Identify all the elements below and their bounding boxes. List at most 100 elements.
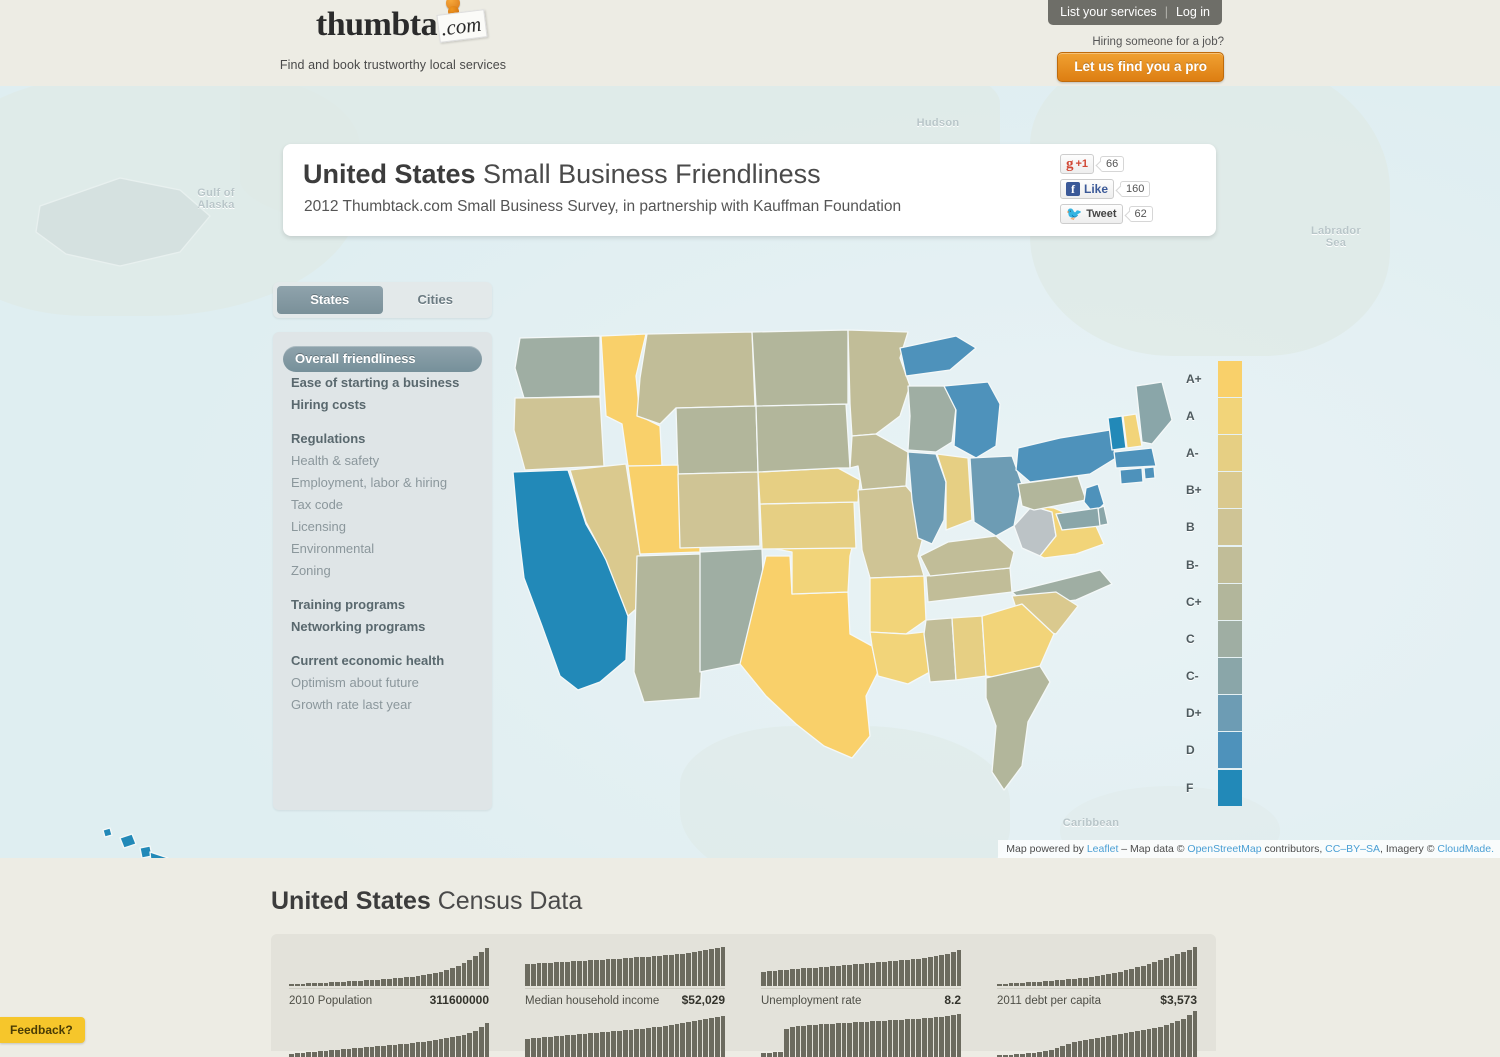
sparkline-bar [404,977,409,986]
sparkline-bar [1140,966,1146,986]
top-nav-divider: | [1164,5,1168,19]
sparkline-bar [1163,958,1169,986]
sparkline-bar [484,1023,490,1057]
legend-swatch [1218,769,1242,806]
sparkline-bar [409,1043,415,1057]
sparkline-bar [1152,962,1157,986]
sparkline-bar [444,970,449,986]
legend-row-Dplus: D+ [1186,695,1246,732]
sidebar-item-overall-friendliness[interactable]: Overall friendliness [283,346,482,372]
leaflet-link[interactable]: Leaflet [1087,843,1119,855]
census-stat-value: $3,573 [1160,993,1197,1007]
sparkline-bar [306,1052,311,1057]
sparkline-bar [657,956,662,986]
sparkline-bar [1100,975,1106,986]
facebook-like-label: Like [1084,182,1109,196]
sparkline-bar [789,969,795,986]
facebook-like-button[interactable]: f Like [1060,179,1115,199]
sparkline-bar [369,980,375,986]
sparkline-bar [761,972,766,986]
tab-cities[interactable]: Cities [383,286,489,314]
legend-label: D [1186,743,1195,758]
state-WA [514,335,601,399]
site-logo[interactable]: thumbtack .com Find and book trustworthy… [268,0,518,72]
state-CT [1119,467,1144,485]
sidebar-item-current-economic-health[interactable]: Current economic health [273,650,492,672]
list-your-services-link[interactable]: List your services [1060,5,1157,19]
sidebar-item-licensing[interactable]: Licensing [273,516,492,538]
sparkline-bar [933,956,939,986]
sparkline-bar [778,1052,783,1057]
sparkline-bar [1181,1019,1186,1057]
states-group [35,177,1173,858]
sparkline-bar [438,1039,444,1057]
sparkline-bar [605,1032,611,1057]
sparkline-bar [358,981,363,986]
sidebar-item-environmental[interactable]: Environmental [273,538,492,560]
logo-dotcom-text: .com [436,9,488,43]
sparkline-bar [1106,974,1111,986]
sparkline-bar [312,1052,317,1057]
sparkline-bar [1025,982,1031,986]
openstreetmap-link[interactable]: OpenStreetMap [1187,843,1261,855]
sidebar-item-networking-programs[interactable]: Networking programs [273,616,492,638]
sparkline-bar [617,959,622,986]
legend-swatch [1218,546,1242,583]
sidebar-item-regulations[interactable]: Regulations [273,428,492,450]
log-in-link[interactable]: Log in [1176,5,1210,19]
tab-states[interactable]: States [277,286,383,314]
sparkline-bar [467,1033,472,1057]
sparkline-bar [674,1024,680,1057]
sparkline-bar [680,1023,685,1057]
sidebar-item-growth-rate-last-year[interactable]: Growth rate last year [273,694,492,716]
census-stat: Median household income $52,029 [507,944,743,1007]
top-nav: List your services | Log in [1048,0,1222,25]
sparkline-bar [628,958,634,986]
sparkline-bar [927,1018,933,1057]
sidebar-item-training-programs[interactable]: Training programs [273,594,492,616]
sparkline-bar [1140,1030,1146,1057]
sparkline-bar [1100,1037,1106,1057]
sparkline-bar [306,983,311,986]
sparkline-bar [922,1018,927,1057]
state-ND [751,329,849,407]
sidebar-item-hiring-costs[interactable]: Hiring costs [273,394,492,416]
map-canvas[interactable]: Hudson Gulf of Alaska Labrador Sea Caribbe… [0,86,1500,858]
sidebar-item-health-safety[interactable]: Health & safety [273,450,492,472]
sparkline-bar [530,1038,536,1057]
facebook-like-count: 160 [1120,181,1151,197]
feedback-button[interactable]: Feedback? [0,1017,85,1043]
find-a-pro-button[interactable]: Let us find you a pro [1057,52,1224,82]
sparkline-bar [858,964,864,986]
sparkline-bar [421,975,426,986]
sidebar-item-employment-labor-hiring[interactable]: Employment, labor & hiring [273,472,492,494]
census-stats-panel: 2010 Population 311600000 Median household… [271,934,1216,1057]
sidebar-item-optimism-about-future[interactable]: Optimism about future [273,672,492,694]
sidebar-item-ease-of-starting-a-business[interactable]: Ease of starting a business [273,372,492,394]
sparkline-bar [1181,952,1186,986]
census-stat-value: 8.2 [944,993,961,1007]
sparkline-bar [933,1017,939,1057]
google-plus-button[interactable]: g +1 [1060,154,1095,174]
census-stat-row: 2010 Population 311600000 [289,988,489,1007]
cloudmade-link[interactable]: CloudMade. [1437,843,1494,855]
license-link[interactable]: CC–BY–SA [1325,843,1380,855]
census-stat-label: Median household income [525,995,660,1007]
legend-swatch [1218,658,1242,695]
sparkline-bar [599,1032,605,1057]
sparkline-bar [548,963,553,986]
sparkline-bar [1158,960,1163,986]
sparkline-bar [1037,982,1042,986]
sparkline-bar [617,1031,622,1057]
sparkline-bar [323,983,329,986]
attr-imagery: , Imagery © [1380,843,1438,855]
sidebar-item-zoning[interactable]: Zoning [273,560,492,582]
sparkline-bar [1048,1050,1054,1057]
sidebar-item-tax-code[interactable]: Tax code [273,494,492,516]
sparkline-bar [714,948,720,986]
sparkline-bar [358,1048,363,1057]
sparkline-bar [363,1047,369,1057]
twitter-tweet-button[interactable]: 🐦 Tweet [1060,204,1123,224]
state-FL [985,665,1051,791]
sparkline-bar [904,1019,910,1057]
